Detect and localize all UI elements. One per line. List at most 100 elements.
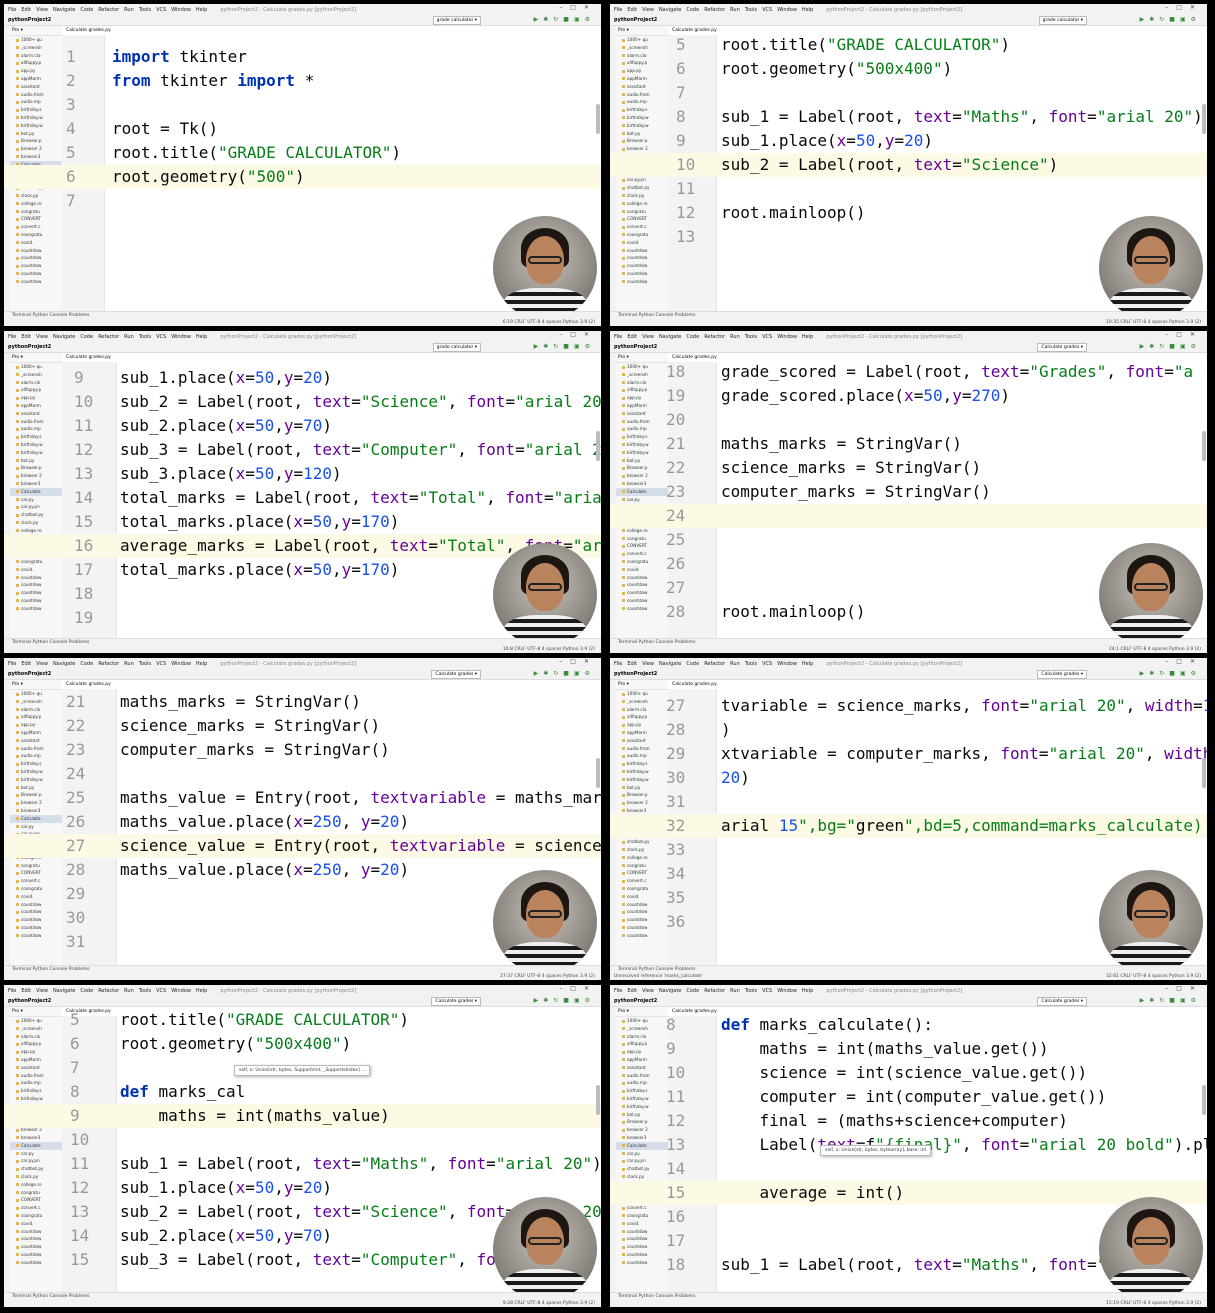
menu-refactor[interactable]: Refactor xyxy=(704,988,725,994)
menu-tools[interactable]: Tools xyxy=(745,334,757,340)
code-line[interactable]: 22 science_marks = StringVar() xyxy=(4,714,601,738)
menu-code[interactable]: Code xyxy=(80,7,93,13)
window-controls[interactable]: –□✕ xyxy=(559,4,597,11)
window-controls[interactable]: –□✕ xyxy=(559,985,597,992)
menu-run[interactable]: Run xyxy=(124,661,134,667)
menu-vcs[interactable]: VCS xyxy=(762,661,772,667)
code-line[interactable]: 14 xyxy=(610,1157,1207,1181)
menu-help[interactable]: Help xyxy=(802,988,813,994)
breadcrumb-project[interactable]: pythonProject2 xyxy=(614,344,657,350)
menu-file[interactable]: File xyxy=(614,661,622,667)
menu-vcs[interactable]: VCS xyxy=(156,7,166,13)
run-configuration-select[interactable]: Calculate grades ▾ xyxy=(1037,670,1087,679)
menu-help[interactable]: Help xyxy=(196,334,207,340)
project-file-item[interactable]: countdow xyxy=(616,270,668,278)
vertical-scrollbar[interactable] xyxy=(596,1085,600,1115)
menu-refactor[interactable]: Refactor xyxy=(98,7,119,13)
code-line[interactable]: 6 root.geometry("500x400") xyxy=(4,1032,601,1056)
menu-navigate[interactable]: Navigate xyxy=(53,334,75,340)
project-file-item[interactable]: countdow xyxy=(616,254,668,262)
code-line[interactable]: 21 maths_marks = StringVar() xyxy=(4,690,601,714)
menu-code[interactable]: Code xyxy=(80,334,93,340)
window-controls[interactable]: –□✕ xyxy=(1165,658,1203,665)
code-line[interactable]: 12 sub_3 = Label(root, text="Computer", f… xyxy=(4,438,601,462)
project-file-item[interactable]: countdow xyxy=(10,247,62,255)
cursor-position-status[interactable]: 9:28 CRLF UTF-8 4 spaces Python 3.9 (2) xyxy=(503,1301,595,1306)
code-line[interactable]: 24 xyxy=(4,762,601,786)
code-line[interactable]: 9 sub_1.place(x=50,y=20) xyxy=(610,129,1207,153)
code-line[interactable]: 23 computer_marks = StringVar() xyxy=(610,480,1207,504)
run-toolbar-icons[interactable]: ▶✱↻■▣⚙ xyxy=(1140,997,1201,1004)
code-line[interactable]: 3 xyxy=(4,93,601,117)
menu-window[interactable]: Window xyxy=(171,334,191,340)
run-configuration-select[interactable]: grade calculator ▾ xyxy=(432,16,481,25)
menu-view[interactable]: View xyxy=(642,7,654,13)
run-toolbar-icons[interactable]: ▶✱↻■▣⚙ xyxy=(534,997,595,1004)
code-line[interactable]: 18 grade_scored = Label(root, text="Grade… xyxy=(610,360,1207,384)
menu-vcs[interactable]: VCS xyxy=(156,334,166,340)
menu-tools[interactable]: Tools xyxy=(139,7,151,13)
vertical-scrollbar[interactable] xyxy=(596,758,600,788)
code-line[interactable]: 33 xyxy=(610,838,1207,862)
window-controls[interactable]: –□✕ xyxy=(1165,4,1203,11)
code-line[interactable]: 4 root = Tk() xyxy=(4,117,601,141)
menu-window[interactable]: Window xyxy=(171,661,191,667)
code-line[interactable]: 11 sub_2.place(x=50,y=70) xyxy=(4,414,601,438)
menu-vcs[interactable]: VCS xyxy=(762,988,772,994)
code-line[interactable]: 12 final = (maths+science+computer) xyxy=(610,1109,1207,1133)
menu-refactor[interactable]: Refactor xyxy=(704,7,725,13)
code-line[interactable]: 5 root.title("GRADE CALCULATOR") xyxy=(610,33,1207,57)
menu-code[interactable]: Code xyxy=(686,988,699,994)
run-configuration-select[interactable]: Calculate grades ▾ xyxy=(1037,343,1087,352)
code-line[interactable]: 12 sub_1.place(x=50,y=20) xyxy=(4,1176,601,1200)
menu-view[interactable]: View xyxy=(642,988,654,994)
run-toolbar-icons[interactable]: ▶✱↻■▣⚙ xyxy=(534,343,595,350)
menu-view[interactable]: View xyxy=(36,334,48,340)
vertical-scrollbar[interactable] xyxy=(1202,104,1206,134)
breadcrumb-project[interactable]: pythonProject2 xyxy=(614,671,657,677)
menu-edit[interactable]: Edit xyxy=(627,7,637,13)
project-view-selector[interactable]: Pro ▾ xyxy=(10,26,62,36)
code-line[interactable]: 8 def marks_cal xyxy=(4,1080,601,1104)
code-line[interactable]: 14 total_marks = Label(root, text="Total"… xyxy=(4,486,601,510)
project-file-item[interactable]: covid. xyxy=(10,239,62,247)
menu-refactor[interactable]: Refactor xyxy=(704,661,725,667)
project-file-item[interactable]: countdow xyxy=(616,262,668,270)
vertical-scrollbar[interactable] xyxy=(1202,431,1206,461)
menu-navigate[interactable]: Navigate xyxy=(53,7,75,13)
project-view-selector[interactable]: Pro ▾ xyxy=(616,680,668,690)
window-controls[interactable]: –□✕ xyxy=(1165,985,1203,992)
project-file-item[interactable]: countdow xyxy=(10,270,62,278)
menu-tools[interactable]: Tools xyxy=(745,7,757,13)
cursor-position-status[interactable]: 10:35 CRLF UTF-8 4 spaces Python 3.9 (2) xyxy=(1106,320,1201,325)
menu-vcs[interactable]: VCS xyxy=(762,7,772,13)
menu-refactor[interactable]: Refactor xyxy=(98,661,119,667)
menu-view[interactable]: View xyxy=(36,7,48,13)
menu-code[interactable]: Code xyxy=(80,988,93,994)
menu-view[interactable]: View xyxy=(642,334,654,340)
vertical-scrollbar[interactable] xyxy=(596,104,600,134)
breadcrumb-project[interactable]: pythonProject2 xyxy=(8,671,51,677)
code-line[interactable]: 12 root.mainloop() xyxy=(610,201,1207,225)
code-line[interactable]: 28) xyxy=(610,718,1207,742)
code-line[interactable]: 9 maths = int(maths_value.get()) xyxy=(610,1037,1207,1061)
code-line[interactable]: 7 xyxy=(4,189,601,213)
cursor-position-status[interactable]: 32:61 CRLF UTF-8 4 spaces Python 3.9 (2) xyxy=(1106,974,1201,979)
menu-help[interactable]: Help xyxy=(802,661,813,667)
menu-file[interactable]: File xyxy=(8,661,16,667)
menu-navigate[interactable]: Navigate xyxy=(659,661,681,667)
menu-window[interactable]: Window xyxy=(777,7,797,13)
code-line[interactable]: 22 science_marks = StringVar() xyxy=(610,456,1207,480)
run-toolbar-icons[interactable]: ▶✱↻■▣⚙ xyxy=(534,670,595,677)
menu-code[interactable]: Code xyxy=(686,661,699,667)
menu-view[interactable]: View xyxy=(36,661,48,667)
code-line[interactable]: 15 total_marks.place(x=50,y=170) xyxy=(4,510,601,534)
code-line[interactable]: 11 sub_1 = Label(root, text="Maths", font… xyxy=(4,1152,601,1176)
run-configuration-select[interactable]: grade calculator ▾ xyxy=(1038,16,1087,25)
run-configuration-select[interactable]: grade calculator ▾ xyxy=(432,343,481,352)
run-toolbar-icons[interactable]: ▶✱↻■▣⚙ xyxy=(1140,670,1201,677)
menu-vcs[interactable]: VCS xyxy=(156,661,166,667)
project-file-item[interactable]: 1000+ qu xyxy=(10,36,62,44)
menu-window[interactable]: Window xyxy=(171,988,191,994)
code-line[interactable]: 5 root.title("GRADE CALCULATOR") xyxy=(4,141,601,165)
